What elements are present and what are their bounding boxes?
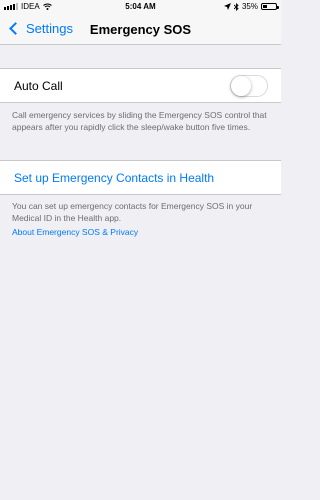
location-arrow-icon	[223, 3, 231, 10]
battery-percent: 35%	[241, 2, 258, 11]
battery-icon	[261, 3, 279, 10]
auto-call-description: Call emergency services by sliding the E…	[12, 110, 267, 132]
bluetooth-icon	[233, 2, 239, 11]
auto-call-label: Auto Call	[14, 79, 63, 93]
status-bar: IDEA 5:04 AM 35%	[0, 0, 281, 14]
page-title: Emergency SOS	[89, 22, 192, 37]
auto-call-toggle[interactable]	[230, 75, 268, 97]
setup-emergency-contacts-link[interactable]: Set up Emergency Contacts in Health	[14, 171, 214, 185]
about-sos-privacy-link[interactable]: About Emergency SOS & Privacy	[12, 227, 138, 237]
contacts-description: You can set up emergency contacts for Em…	[12, 201, 253, 223]
battery-fill	[263, 5, 267, 8]
setup-contacts-row[interactable]: Set up Emergency Contacts in Health	[0, 160, 281, 195]
screen: IDEA 5:04 AM 35% Settings Emergency SOS …	[0, 0, 281, 500]
toggle-knob	[231, 76, 251, 96]
navigation-bar: Settings Emergency SOS	[0, 14, 281, 45]
status-right: 35%	[223, 2, 279, 11]
auto-call-row: Auto Call	[0, 68, 281, 103]
battery-cap	[277, 6, 279, 9]
